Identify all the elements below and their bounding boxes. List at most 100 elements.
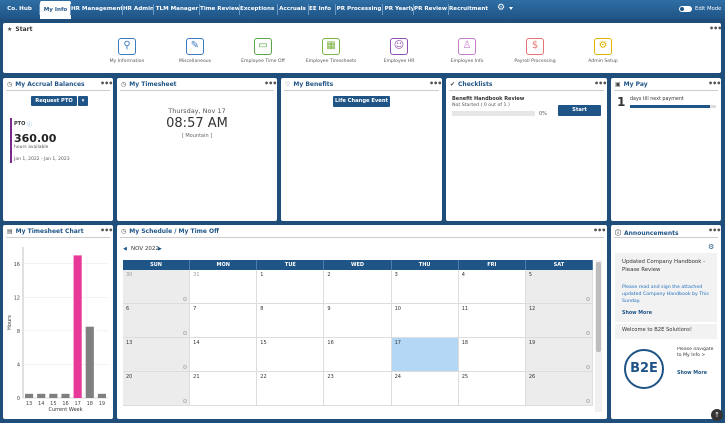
- start-tile-payroll-processing[interactable]: $ Payroll Processing: [503, 38, 567, 64]
- life-change-event-button[interactable]: Life Change Event: [333, 96, 390, 107]
- edit-mode-toggle[interactable]: [679, 6, 692, 12]
- calendar-day-cell[interactable]: 11: [458, 304, 526, 338]
- nav-item-hr-admin[interactable]: HR Admin: [123, 0, 154, 19]
- nav-item-time-review[interactable]: Time Review: [200, 0, 240, 19]
- calendar-scrollbar[interactable]: [595, 260, 602, 412]
- schedule-menu-icon[interactable]: •••: [593, 226, 606, 235]
- next-month-icon[interactable]: ▶: [158, 246, 162, 252]
- nav-item-my-info[interactable]: My Info: [40, 1, 71, 19]
- x-tick-label: 14: [38, 401, 44, 407]
- scroll-to-top-icon[interactable]: ↑: [711, 409, 723, 421]
- calendar-day-cell[interactable]: 8: [257, 304, 325, 338]
- calendar-day-number: 23: [327, 374, 334, 380]
- start-tile-admin-setup[interactable]: ⚙ Admin Setup: [571, 38, 635, 64]
- start-tile-my-information[interactable]: ⚲ My Information: [95, 38, 159, 64]
- nav-item-pr-yearly[interactable]: PR Yearly: [383, 0, 416, 19]
- nav-separator: [199, 4, 200, 15]
- calendar-day-number: 6: [126, 306, 130, 312]
- nav-item-hr-management[interactable]: HR Management: [71, 0, 123, 19]
- calendar-day-cell[interactable]: 25: [458, 372, 526, 406]
- announcements-menu-icon[interactable]: •••: [708, 226, 721, 235]
- calendar-day-cell[interactable]: 30: [123, 270, 191, 304]
- nav-item-pr-processing[interactable]: PR Processing: [336, 0, 382, 19]
- announcement-card: Updated Company Handbook - Please Review…: [615, 253, 717, 322]
- calendar-day-cell[interactable]: 2: [324, 270, 392, 304]
- timesheet-zone: [ Mountain ]: [181, 133, 213, 139]
- calendar-day-cell[interactable]: 7: [190, 304, 258, 338]
- calendar-day-cell[interactable]: 20: [123, 372, 191, 406]
- nav-item-recruitment[interactable]: Recruitment: [449, 0, 488, 19]
- nav-item-co-hub[interactable]: Co. Hub: [4, 0, 35, 19]
- people-circle-icon: ☺: [390, 38, 408, 55]
- pay-menu-icon[interactable]: •••: [708, 79, 721, 88]
- request-pto-button[interactable]: Request PTO: [31, 96, 77, 106]
- checklist-percent: 0%: [539, 111, 547, 117]
- start-tile-miscellaneous[interactable]: ✎ Miscellaneous: [163, 38, 227, 64]
- calendar-day-cell[interactable]: 18: [458, 338, 526, 372]
- checklists-menu-icon[interactable]: •••: [594, 79, 607, 88]
- calendar-day-number: 10: [394, 306, 401, 312]
- start-menu-icon[interactable]: •••: [709, 24, 721, 33]
- announcements-title: Announcements: [624, 230, 679, 237]
- calendar-day-number: 16: [327, 340, 334, 346]
- nav-separator: [335, 4, 336, 15]
- calendar-day-cell[interactable]: 6: [123, 304, 191, 338]
- calendar-day-cell[interactable]: 14: [190, 338, 258, 372]
- calendar-day-number: 15: [260, 340, 267, 346]
- calendar-day-cell[interactable]: 13: [123, 338, 191, 372]
- nav-separator: [277, 4, 278, 15]
- calendar-day-cell[interactable]: 12: [525, 304, 593, 338]
- calendar-day-cell[interactable]: 15: [257, 338, 325, 372]
- calendar-day-cell[interactable]: 23: [324, 372, 392, 406]
- nav-item-exceptions[interactable]: Exceptions: [240, 0, 274, 19]
- bar-16: [61, 393, 70, 398]
- gear-icon[interactable]: ⚙: [497, 3, 505, 13]
- timesheet-menu-icon[interactable]: •••: [264, 79, 277, 88]
- start-tile-employee-hr[interactable]: ☺ Employee HR: [367, 38, 431, 64]
- start-tile-employee-timesheets[interactable]: ▦ Employee Timesheets: [299, 38, 363, 64]
- nav-item-pr-review[interactable]: PR Review: [414, 0, 447, 19]
- info-icon[interactable]: ⓘ: [27, 121, 32, 128]
- chevron-down-icon[interactable]: [509, 7, 513, 10]
- timesheet-panel: ◷ My Timesheet ••• Thursday, Nov 17 08:57…: [117, 78, 277, 221]
- calendar-day-cell[interactable]: 9: [324, 304, 392, 338]
- calendar-day-cell[interactable]: 3: [391, 270, 459, 304]
- calendar-day-cell[interactable]: 24: [391, 372, 459, 406]
- request-pto-dropdown[interactable]: ▾: [78, 96, 88, 106]
- nav-item-accruals[interactable]: Accruals: [278, 0, 307, 19]
- day-status-icon: [183, 331, 188, 335]
- checklist-item-status: Not Started ( 0 out of 1 ): [452, 103, 510, 108]
- calendar-day-cell[interactable]: 17: [391, 338, 459, 372]
- show-more-link[interactable]: Show More: [622, 311, 652, 316]
- accrual-menu-icon[interactable]: •••: [100, 79, 113, 88]
- day-status-icon: [585, 399, 590, 403]
- nav-separator: [308, 4, 309, 15]
- start-tile-employee-time-off[interactable]: ▭ Employee Time Off: [231, 38, 295, 64]
- timesheet-title: My Timesheet: [129, 81, 177, 88]
- calendar-day-cell[interactable]: 31: [190, 270, 258, 304]
- nav-separator: [153, 4, 154, 15]
- calendar-day-cell[interactable]: 16: [324, 338, 392, 372]
- calendar-day-cell[interactable]: 10: [391, 304, 459, 338]
- calendar-day-cell[interactable]: 21: [190, 372, 258, 406]
- nav-item-tlm-manager[interactable]: TLM Manager: [154, 0, 200, 19]
- benefits-menu-icon[interactable]: •••: [429, 79, 442, 88]
- checklist-start-button[interactable]: Start: [558, 105, 601, 116]
- bar-19: [97, 393, 106, 398]
- show-more-link-2[interactable]: Show More: [677, 371, 707, 376]
- calendar-day-cell[interactable]: 22: [257, 372, 325, 406]
- calendar-day-cell[interactable]: 5: [525, 270, 593, 304]
- nav-item-ee-info[interactable]: EE Info: [309, 0, 331, 19]
- calendar-day-cell[interactable]: 19: [525, 338, 593, 372]
- prev-month-icon[interactable]: ◀: [123, 246, 127, 252]
- settings-icon[interactable]: ⚙: [708, 243, 714, 251]
- calendar-day-cell[interactable]: 26: [525, 372, 593, 406]
- calendar-day-number: 24: [394, 374, 401, 380]
- calendar-day-cell[interactable]: 1: [257, 270, 325, 304]
- chart-menu-icon[interactable]: •••: [100, 226, 113, 235]
- calendar-day-cell[interactable]: 4: [458, 270, 526, 304]
- info-icon: ⓘ: [615, 230, 622, 237]
- start-tile-label: Admin Setup: [588, 59, 618, 64]
- start-tile-employee-info[interactable]: ♙ Employee Info: [435, 38, 499, 64]
- y-tick-label: 12: [14, 295, 20, 301]
